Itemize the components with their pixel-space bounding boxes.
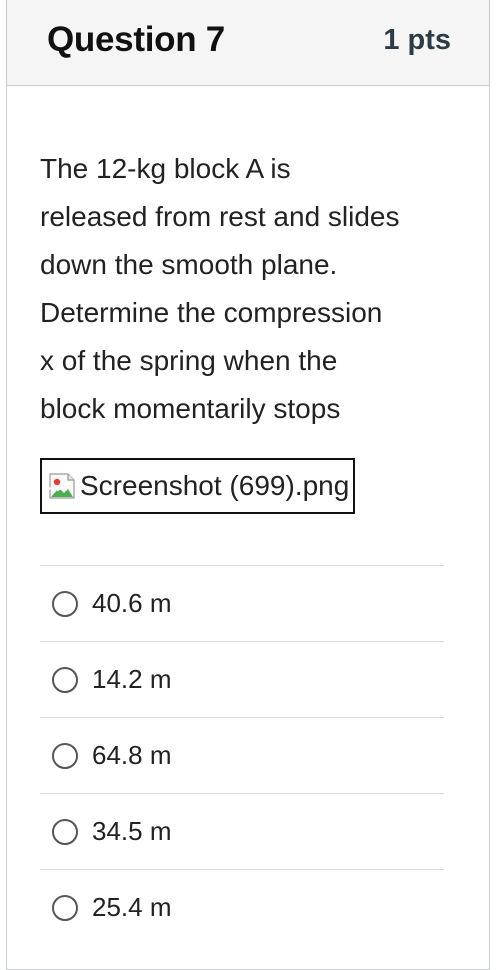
question-text: The 12-kg block A is released from rest … [40, 145, 460, 433]
answer-option[interactable]: 64.8 m [40, 717, 444, 793]
radio-button[interactable] [52, 590, 78, 617]
question-text-line: block momentarily stops [40, 393, 341, 424]
question-text-line: x of the spring when the [40, 345, 338, 376]
radio-button[interactable] [52, 666, 78, 693]
answer-option[interactable]: 25.4 m [40, 869, 444, 945]
radio-button[interactable] [52, 742, 78, 769]
attachment-filename: Screenshot (699).png [80, 470, 350, 501]
answer-option[interactable]: 40.6 m [40, 565, 444, 641]
question-text-line: The 12-kg block A is [40, 153, 291, 184]
question-header: Question 7 1 pts [7, 0, 489, 86]
question-title: Question 7 [47, 20, 225, 59]
answer-option[interactable]: 14.2 m [40, 641, 444, 717]
question-text-line: down the smooth plane. [40, 249, 338, 280]
answer-label: 64.8 m [92, 740, 172, 770]
answer-list: 40.6 m 14.2 m 64.8 m 34.5 m 25.4 m [40, 565, 444, 945]
image-attachment[interactable]: Screenshot (699).png [40, 458, 356, 514]
question-text-line: released from rest and slides [40, 201, 400, 232]
answer-label: 25.4 m [92, 892, 172, 922]
answer-label: 34.5 m [92, 816, 172, 846]
question-points: 1 pts [383, 24, 451, 56]
radio-button[interactable] [52, 818, 78, 845]
answer-label: 40.6 m [92, 588, 172, 618]
answer-label: 14.2 m [92, 664, 172, 694]
question-text-line: Determine the compression [40, 297, 383, 328]
radio-button[interactable] [52, 894, 78, 921]
answer-option[interactable]: 34.5 m [40, 793, 444, 869]
broken-image-icon [48, 471, 78, 501]
